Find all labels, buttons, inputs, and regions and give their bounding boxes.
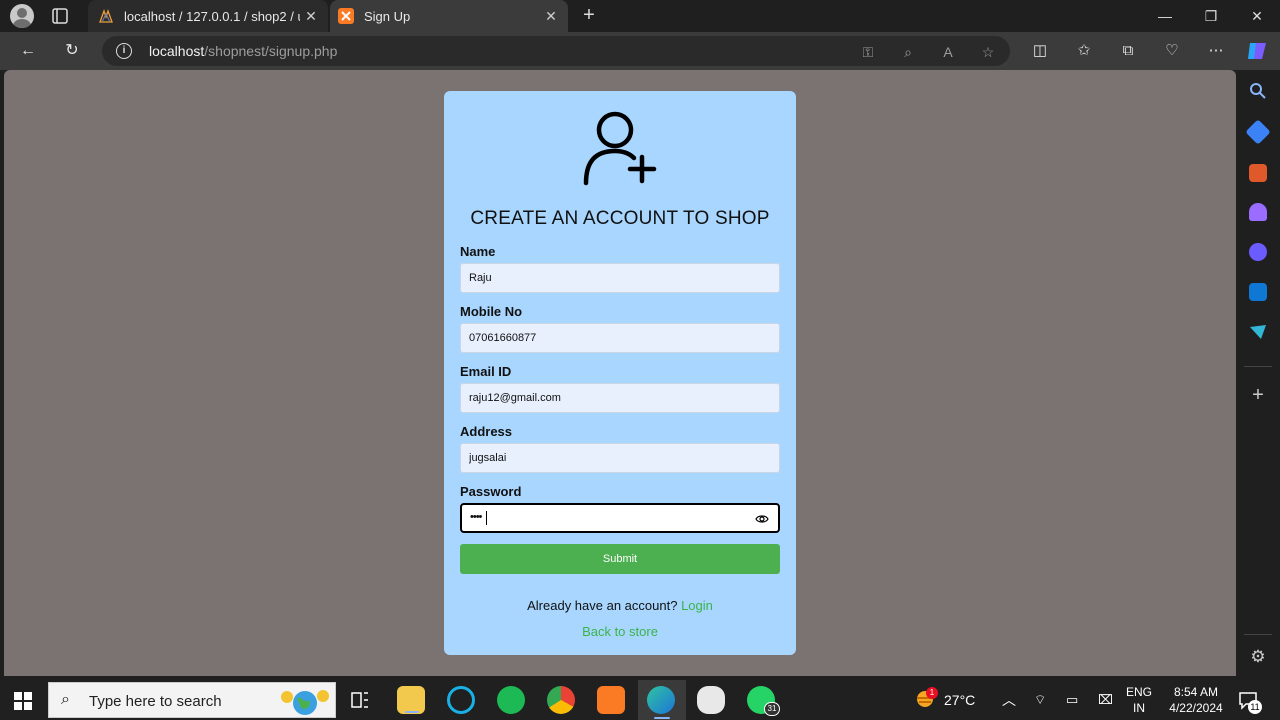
favorites-icon[interactable]: ✩ — [1074, 41, 1094, 61]
tab-actions-icon[interactable] — [50, 6, 70, 26]
search-icon[interactable] — [1249, 82, 1267, 100]
back-line: Back to store — [444, 624, 796, 639]
restore-icon[interactable]: ❐ — [1188, 0, 1234, 32]
edge-sidebar: + ⚙ — [1236, 70, 1280, 680]
tab-sign-up[interactable]: Sign Up ✕ — [330, 0, 568, 32]
snipping-tool-icon[interactable] — [697, 686, 725, 714]
weather-temp[interactable]: 27°C — [944, 692, 975, 720]
back-icon[interactable]: ← — [16, 39, 40, 63]
refresh-icon[interactable]: ↻ — [60, 39, 84, 63]
sidebar-divider — [1244, 366, 1272, 367]
whatsapp-badge: 31 — [764, 702, 780, 716]
signup-card: CREATE AN ACCOUNT TO SHOP Name Mobile No… — [444, 91, 796, 655]
chrome-icon[interactable] — [547, 686, 575, 714]
page-viewport: CREATE AN ACCOUNT TO SHOP Name Mobile No… — [4, 70, 1236, 676]
split-screen-icon[interactable]: ◫ — [1030, 41, 1050, 61]
tab-phpmyadmin[interactable]: localhost / 127.0.0.1 / shop2 / us ✕ — [88, 0, 328, 32]
copilot-icon[interactable] — [1246, 41, 1268, 61]
mobile-field[interactable] — [460, 323, 780, 353]
close-icon[interactable]: ✕ — [300, 8, 322, 25]
submit-button[interactable]: Submit — [460, 544, 780, 574]
reveal-password-icon[interactable] — [755, 513, 769, 525]
taskbar-search-box[interactable]: ⌕ Type here to search — [48, 682, 336, 718]
mobile-label: Mobile No — [460, 304, 523, 319]
name-label: Name — [460, 244, 496, 259]
tab-bar: localhost / 127.0.0.1 / shop2 / us ✕ Sig… — [0, 0, 1280, 32]
outlook-icon[interactable] — [1249, 283, 1267, 301]
minimize-icon[interactable]: — — [1142, 0, 1188, 32]
whatsapp-icon[interactable]: 31 — [747, 686, 780, 716]
zoom-icon[interactable]: ⌕ — [898, 42, 918, 62]
clock-date: 4/22/2024 — [1169, 701, 1223, 715]
profile-avatar-icon[interactable] — [10, 4, 34, 28]
tab-title: localhost / 127.0.0.1 / shop2 / us — [124, 8, 300, 24]
clock[interactable]: 8:54 AM 4/22/2024 — [1160, 684, 1232, 716]
settings-gear-icon[interactable]: ⚙ — [1249, 648, 1267, 666]
url-text[interactable]: localhost/shopnest/signup.php — [149, 43, 337, 59]
lang-bottom: IN — [1133, 701, 1145, 715]
back-to-store-link[interactable]: Back to store — [582, 624, 658, 639]
meet-icon[interactable]: ▭ — [1066, 692, 1078, 720]
file-explorer-icon[interactable] — [397, 686, 425, 714]
taskbar: ⌕ Type here to search 31 1 27°C ︿ ⌔ ▭ ⌧ … — [0, 680, 1280, 720]
close-window-icon[interactable]: ✕ — [1234, 0, 1280, 32]
games-icon[interactable] — [1249, 203, 1267, 221]
cortana-icon[interactable] — [447, 686, 475, 714]
volume-muted-icon[interactable]: ⌧ — [1098, 692, 1113, 720]
address-bar-row: ← ↻ i localhost/shopnest/signup.php ⚿ ⌕ … — [0, 32, 1280, 70]
xampp-taskbar-icon[interactable] — [597, 686, 625, 714]
task-view-icon[interactable] — [350, 690, 370, 710]
windows-start-icon[interactable] — [14, 692, 32, 710]
password-value: •••• — [470, 511, 482, 523]
password-label: Password — [460, 484, 522, 499]
phpmyadmin-icon — [99, 9, 113, 23]
add-user-icon — [583, 111, 657, 186]
favorite-star-icon[interactable]: ☆ — [978, 42, 998, 62]
notification-count: 11 — [1248, 700, 1262, 714]
shopping-tag-icon[interactable] — [1245, 119, 1271, 145]
clock-time: 8:54 AM — [1173, 685, 1219, 699]
language-indicator[interactable]: ENG IN — [1124, 684, 1154, 716]
more-menu-icon[interactable]: ⋯ — [1206, 41, 1226, 61]
globe-flowers-icon — [281, 690, 329, 715]
address-label: Address — [460, 424, 513, 439]
page-title: CREATE AN ACCOUNT TO SHOP — [470, 208, 770, 229]
weather-badge: 1 — [926, 687, 938, 699]
text-caret — [486, 511, 487, 525]
tools-icon[interactable] — [1249, 164, 1267, 182]
lang-top: ENG — [1125, 685, 1152, 699]
edge-icon[interactable] — [647, 686, 675, 719]
search-icon: ⌕ — [61, 691, 70, 708]
new-tab-icon[interactable]: + — [578, 4, 600, 28]
login-prompt-text: Already have an account? — [527, 598, 678, 613]
key-icon[interactable]: ⚿ — [858, 42, 878, 62]
copilot-sidebar-icon[interactable] — [1249, 243, 1267, 261]
add-icon[interactable]: + — [1249, 385, 1267, 405]
sidebar-divider — [1244, 634, 1272, 635]
spotify-icon[interactable] — [497, 686, 525, 714]
chevron-up-icon[interactable]: ︿ — [1002, 690, 1016, 720]
read-aloud-icon[interactable]: A — [938, 42, 958, 62]
search-placeholder: Type here to search — [89, 693, 222, 710]
collections-icon[interactable]: ⧉ — [1118, 41, 1138, 61]
tab-title: Sign Up — [364, 8, 411, 24]
address-bar[interactable]: i localhost/shopnest/signup.php ⚿ ⌕ A ☆ — [102, 36, 1010, 66]
wifi-icon[interactable]: ⌔ — [1034, 692, 1046, 720]
name-field[interactable] — [460, 263, 780, 293]
xampp-icon — [338, 8, 354, 24]
send-icon[interactable] — [1249, 323, 1267, 341]
close-icon[interactable]: ✕ — [540, 8, 562, 25]
address-field[interactable] — [460, 443, 780, 473]
site-info-icon[interactable]: i — [116, 43, 132, 59]
email-label: Email ID — [460, 364, 512, 379]
browser-essentials-icon[interactable]: ♡ — [1162, 41, 1182, 61]
login-prompt: Already have an account? Login — [444, 598, 796, 613]
login-link[interactable]: Login — [681, 598, 713, 613]
password-field[interactable]: •••• — [460, 503, 780, 533]
email-field[interactable] — [460, 383, 780, 413]
